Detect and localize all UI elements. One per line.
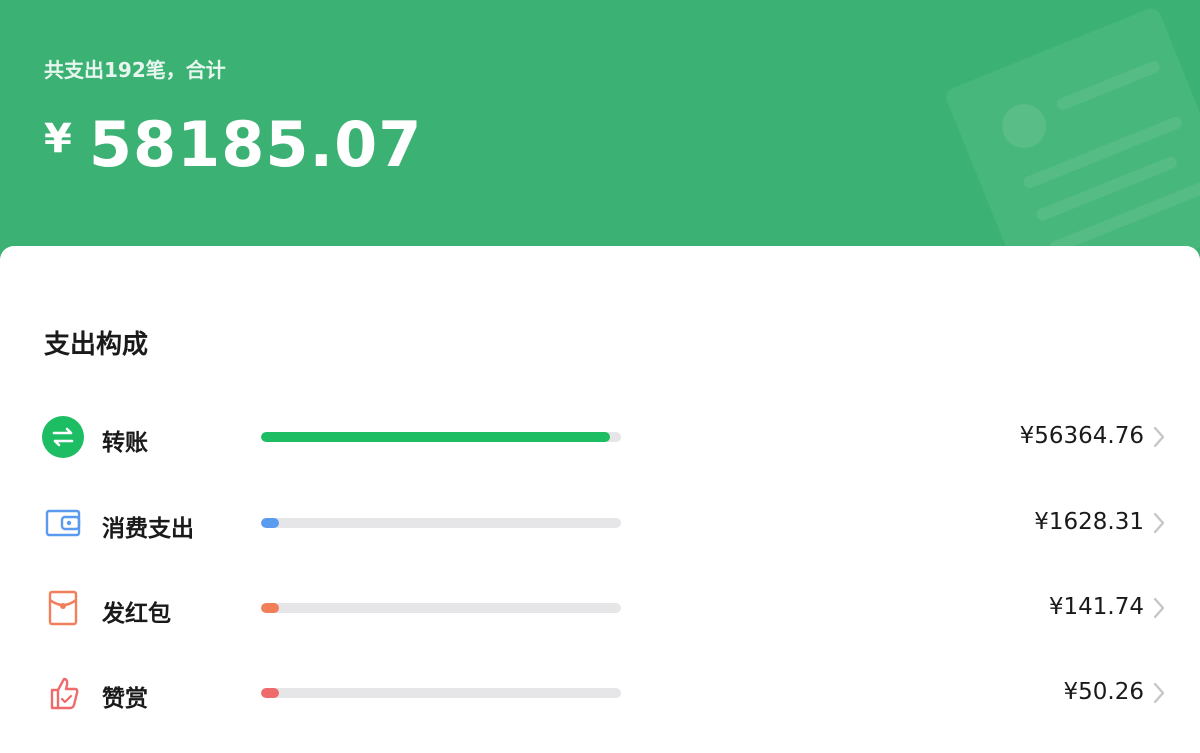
chevron-right-icon (1153, 512, 1165, 534)
wallet-icon (42, 502, 84, 544)
expense-progress-fill (261, 603, 279, 613)
expense-progress-track (261, 688, 621, 698)
expense-progress-fill (261, 432, 610, 442)
chevron-right-icon (1153, 597, 1165, 619)
expense-progress-track (261, 518, 621, 528)
total-value: 58185.07 (88, 108, 423, 181)
expense-label: 赞赏 (102, 686, 148, 712)
expense-progress-fill (261, 518, 279, 528)
expense-amount: ¥56364.76 (1019, 423, 1144, 449)
expense-row-red-packet[interactable]: 发红包 ¥141.74 (0, 578, 1200, 638)
expense-row-appreciation[interactable]: 赞赏 ¥50.26 (0, 663, 1200, 723)
chevron-right-icon (1153, 426, 1165, 448)
chevron-right-icon (1153, 682, 1165, 704)
summary-header: 共支出192笔，合计 ¥ 58185.07 (0, 0, 1200, 270)
expense-row-consumption[interactable]: 消费支出 ¥1628.31 (0, 493, 1200, 553)
expense-progress-fill (261, 688, 279, 698)
expense-amount: ¥50.26 (1063, 679, 1144, 705)
thumbs-up-icon (42, 672, 84, 714)
total-expense-amount: ¥ 58185.07 (44, 108, 422, 181)
expense-label: 发红包 (102, 601, 171, 627)
expense-progress-track (261, 603, 621, 613)
expense-row-transfer[interactable]: 转账 ¥56364.76 (0, 407, 1200, 467)
expense-amount: ¥141.74 (1048, 594, 1144, 620)
expense-amount: ¥1628.31 (1034, 509, 1144, 535)
expense-composition-card: 支出构成 转账 ¥56364.76 消费支出 ¥1628.31 发红包 ¥141… (0, 246, 1200, 753)
transfer-icon (42, 416, 84, 458)
currency-symbol: ¥ (44, 116, 73, 162)
expense-label: 转账 (102, 430, 148, 456)
section-title: 支出构成 (44, 330, 149, 360)
red-packet-icon (42, 587, 84, 629)
receipt-decoration-icon (943, 5, 1200, 270)
expense-label: 消费支出 (102, 516, 194, 542)
expense-count-summary: 共支出192笔，合计 (44, 58, 226, 82)
expense-progress-track (261, 432, 621, 442)
